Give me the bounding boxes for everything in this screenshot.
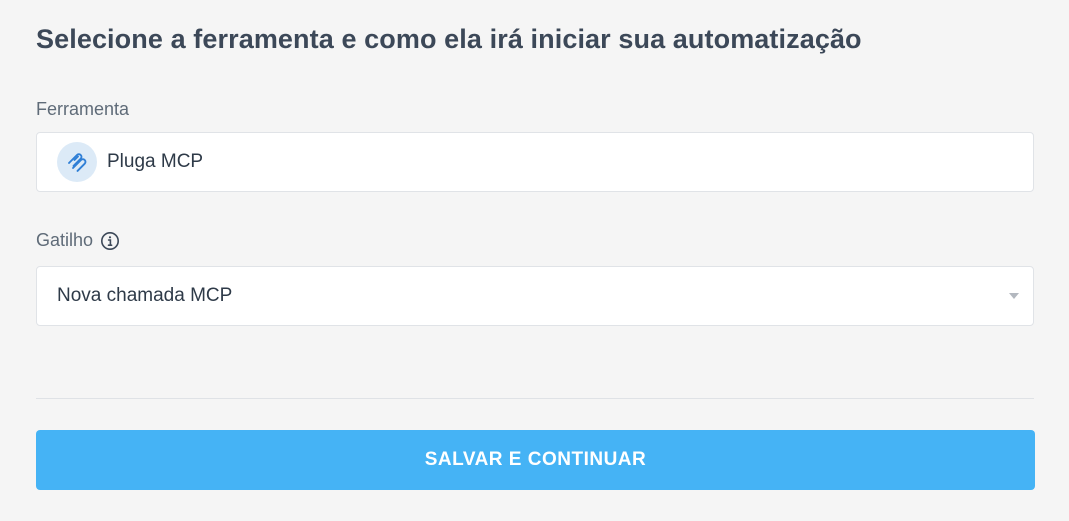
trigger-select[interactable]: Nova chamada MCP <box>36 266 1034 326</box>
tool-label-text: Ferramenta <box>36 99 130 119</box>
divider <box>36 398 1034 399</box>
trigger-label: Gatilho <box>36 230 120 251</box>
trigger-selected-value: Nova chamada MCP <box>57 285 233 306</box>
tool-name: Pluga MCP <box>107 151 204 172</box>
chevron-down-icon[interactable] <box>1009 293 1019 299</box>
info-icon[interactable] <box>100 231 120 251</box>
pluga-mcp-logo-icon <box>57 142 97 182</box>
trigger-label-text: Gatilho <box>36 230 94 250</box>
tool-label: Ferramenta <box>36 99 129 120</box>
page-title: Selecione a ferramenta e como ela irá in… <box>36 24 862 54</box>
tool-field[interactable]: Pluga MCP <box>36 132 1034 192</box>
save-continue-button[interactable]: SALVAR E CONTINUAR <box>36 430 1035 490</box>
